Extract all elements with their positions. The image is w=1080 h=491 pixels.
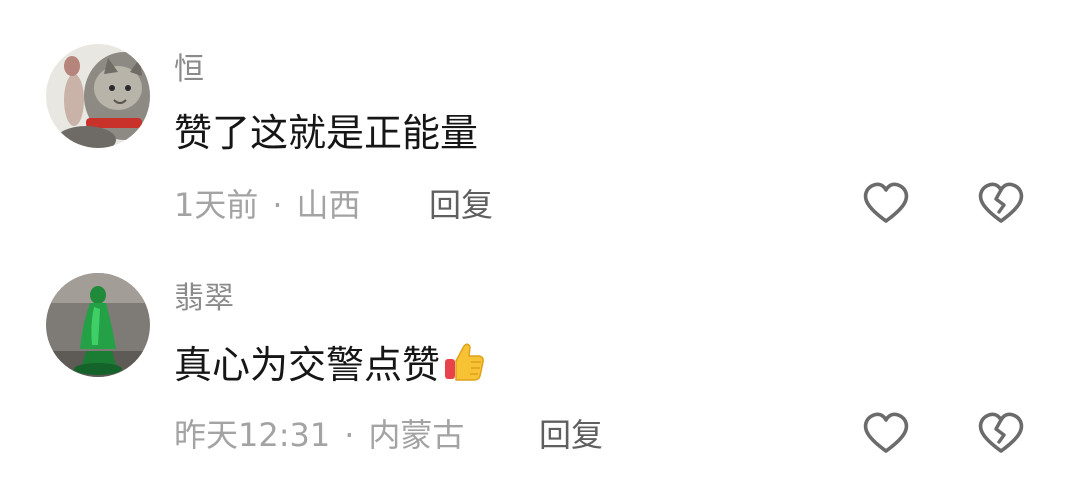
jade-statue-avatar-icon [46, 273, 150, 377]
comment-username[interactable]: 恒 [174, 52, 204, 88]
user-avatar[interactable] [46, 44, 150, 148]
heart-outline-icon [863, 412, 909, 453]
heart-outline-icon [863, 182, 909, 223]
like-button[interactable] [862, 181, 910, 225]
comment-username[interactable]: 翡翠 [174, 281, 234, 317]
user-avatar[interactable] [46, 273, 150, 377]
reply-button[interactable]: 回复 [539, 415, 603, 455]
comment-location: 内蒙古 [368, 416, 465, 454]
dislike-button[interactable] [977, 411, 1025, 455]
reply-button[interactable]: 回复 [429, 185, 493, 225]
like-button[interactable] [862, 411, 910, 455]
comment-text: 真心为交警点赞 [174, 340, 486, 394]
thumbs-up-emoji-icon [442, 340, 486, 394]
broken-heart-icon [978, 412, 1024, 453]
comment-text: 赞了这就是正能量 [174, 111, 479, 155]
meta-separator: · [344, 416, 355, 454]
comment-meta: 昨天12:31 · 内蒙古 [174, 415, 464, 455]
comment-time: 1天前 [174, 186, 259, 224]
comment-location: 山西 [296, 186, 361, 224]
dislike-button[interactable] [977, 181, 1025, 225]
comment-text-body: 真心为交警点赞 [174, 343, 441, 387]
comment-time: 昨天12:31 [174, 416, 331, 454]
broken-heart-icon [978, 182, 1024, 223]
meta-separator: · [272, 186, 283, 224]
cat-avatar-icon [46, 44, 150, 148]
comment-meta: 1天前 · 山西 [174, 185, 361, 225]
